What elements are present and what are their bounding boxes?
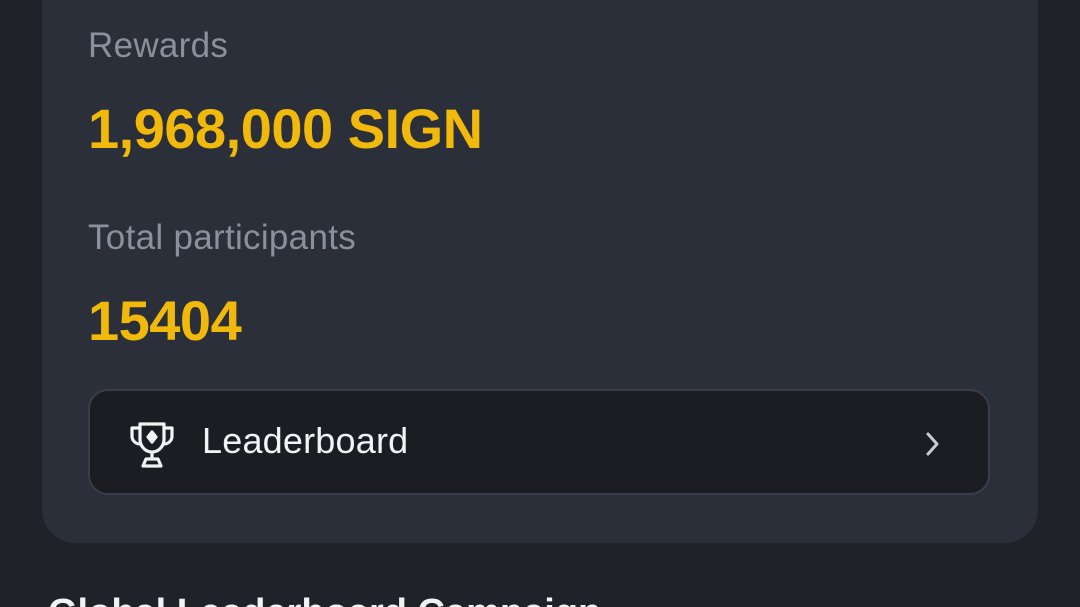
chevron-right-icon — [926, 432, 939, 456]
rewards-value: 1,968,000 SIGN — [88, 97, 483, 160]
rewards-label: Rewards — [88, 26, 229, 65]
trophy-icon — [130, 422, 174, 468]
total-participants-label: Total participants — [88, 218, 357, 257]
next-section-heading: Global Leaderboard Campaign — [48, 592, 601, 607]
total-participants-value: 15404 — [88, 289, 242, 352]
page: Rewards 1,968,000 SIGN Total participant… — [0, 0, 1080, 607]
leaderboard-button[interactable]: Leaderboard — [88, 389, 990, 495]
leaderboard-label: Leaderboard — [202, 420, 409, 461]
